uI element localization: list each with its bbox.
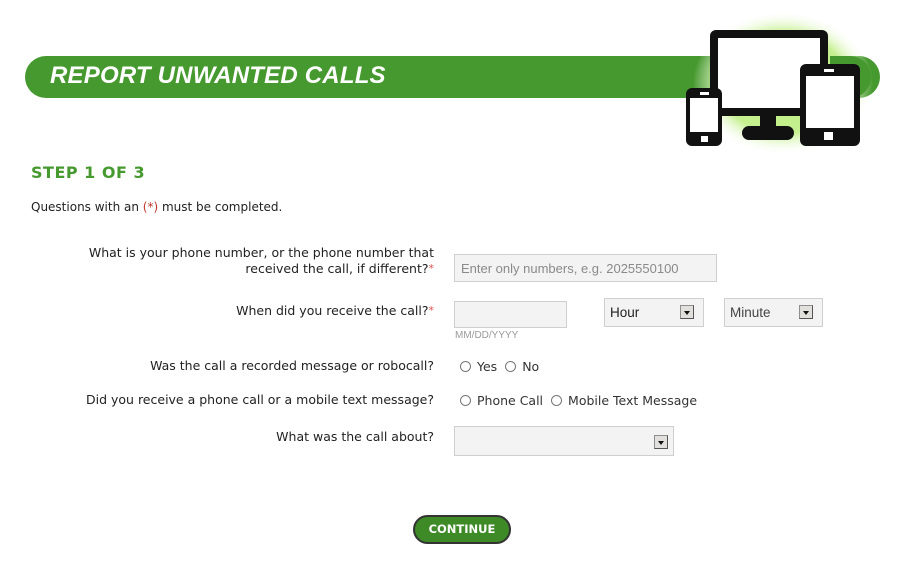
call-time-label-text: When did you receive the call? [236, 303, 429, 318]
phone-label-line2: received the call, if different? [245, 261, 429, 276]
date-format-hint: MM/DD/YYYY [455, 330, 519, 341]
phone-label-line1: What is your phone number, or the phone … [88, 245, 434, 260]
robocall-radio-group: Yes No [460, 359, 547, 374]
call-subject-label: What was the call about? [276, 429, 434, 444]
call-date-input[interactable] [454, 301, 567, 328]
radio-label: Yes [477, 359, 498, 374]
call-type-radio-group: Phone Call Mobile Text Message [460, 393, 705, 408]
radio-label: Phone Call [477, 393, 544, 408]
radio-button[interactable] [460, 395, 471, 406]
radio-label: No [522, 359, 540, 374]
robocall-option-yes[interactable]: Yes [460, 359, 497, 374]
hour-select[interactable]: Hour [604, 298, 704, 327]
chevron-down-icon[interactable] [654, 435, 668, 449]
required-note-prefix: Questions with an [31, 200, 143, 214]
chevron-down-icon[interactable] [680, 305, 694, 319]
chevron-down-icon[interactable] [799, 305, 813, 319]
call-type-option-phone-call[interactable]: Phone Call [460, 393, 543, 408]
radio-button[interactable] [505, 361, 517, 372]
phone-number-input[interactable] [454, 254, 717, 282]
robocall-label: Was the call a recorded message or roboc… [150, 358, 434, 373]
radio-label: Mobile Text Message [568, 393, 698, 408]
call-type-label: Did you receive a phone call or a mobile… [86, 392, 434, 407]
phone-label: What is your phone number, or the phone … [89, 245, 434, 277]
call-subject-select[interactable] [454, 426, 674, 456]
page-title: REPORT UNWANTED CALLS [50, 62, 386, 89]
radio-button[interactable] [460, 361, 471, 372]
devices-icon [686, 11, 873, 155]
required-asterisk: * [428, 262, 435, 275]
required-note-suffix: must be completed. [158, 200, 283, 214]
hour-select-value: Hour [610, 305, 640, 320]
continue-button[interactable]: CONTINUE [413, 515, 511, 544]
required-asterisk: * [428, 304, 435, 317]
robocall-option-no[interactable]: No [505, 359, 539, 374]
step-indicator: STEP 1 OF 3 [31, 163, 146, 182]
required-note-marker: (*) [142, 200, 159, 214]
call-type-option-text-message[interactable]: Mobile Text Message [551, 393, 697, 408]
radio-button[interactable] [551, 395, 563, 406]
required-note: Questions with an (*) must be completed. [31, 200, 282, 214]
minute-select-value: Minute [730, 305, 771, 320]
call-time-label: When did you receive the call?* [236, 303, 434, 319]
minute-select[interactable]: Minute [724, 298, 823, 327]
